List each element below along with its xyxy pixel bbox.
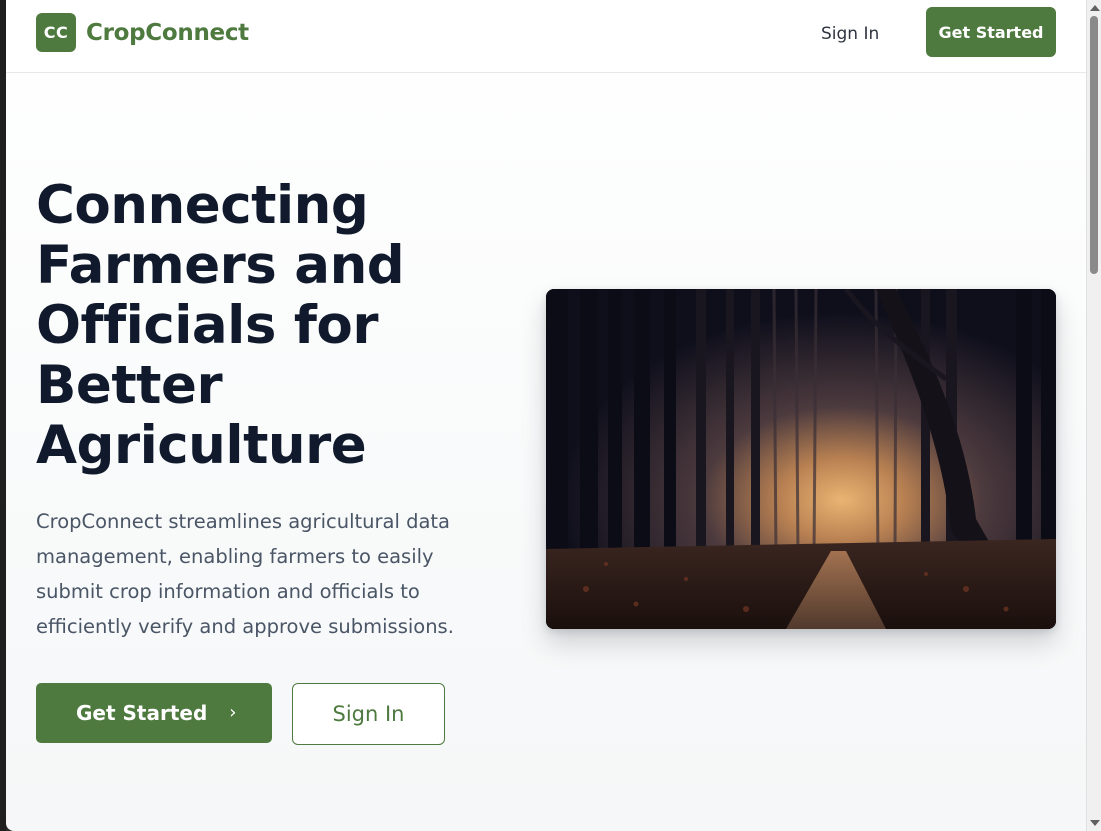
get-started-label: Get Started — [76, 701, 208, 725]
hero-title: Connecting Farmers and Officials for Bet… — [36, 175, 405, 476]
site-header: CC CropConnect Sign In Get Started — [6, 0, 1086, 73]
nav-get-started-button[interactable]: Get Started — [926, 7, 1056, 57]
logo[interactable]: CC CropConnect — [36, 13, 249, 52]
browser-window: CC CropConnect Sign In Get Started Conne… — [0, 0, 1101, 831]
scroll-thumb[interactable] — [1090, 16, 1098, 274]
logo-text: CropConnect — [86, 19, 249, 46]
sign-in-button[interactable]: Sign In — [292, 683, 445, 745]
chevron-right-icon: › — [229, 701, 237, 723]
nav-sign-in-link[interactable]: Sign In — [809, 17, 891, 51]
logo-badge: CC — [36, 13, 76, 52]
hero-description: CropConnect streamlines agricultural dat… — [36, 510, 454, 638]
page-viewport: CC CropConnect Sign In Get Started Conne… — [6, 0, 1086, 831]
scroll-down-arrow-icon[interactable] — [1090, 820, 1100, 826]
hero-image — [546, 289, 1056, 629]
scrollbar[interactable] — [1086, 0, 1101, 831]
get-started-button[interactable]: Get Started › — [36, 683, 272, 743]
scroll-up-arrow-icon[interactable] — [1090, 5, 1100, 11]
